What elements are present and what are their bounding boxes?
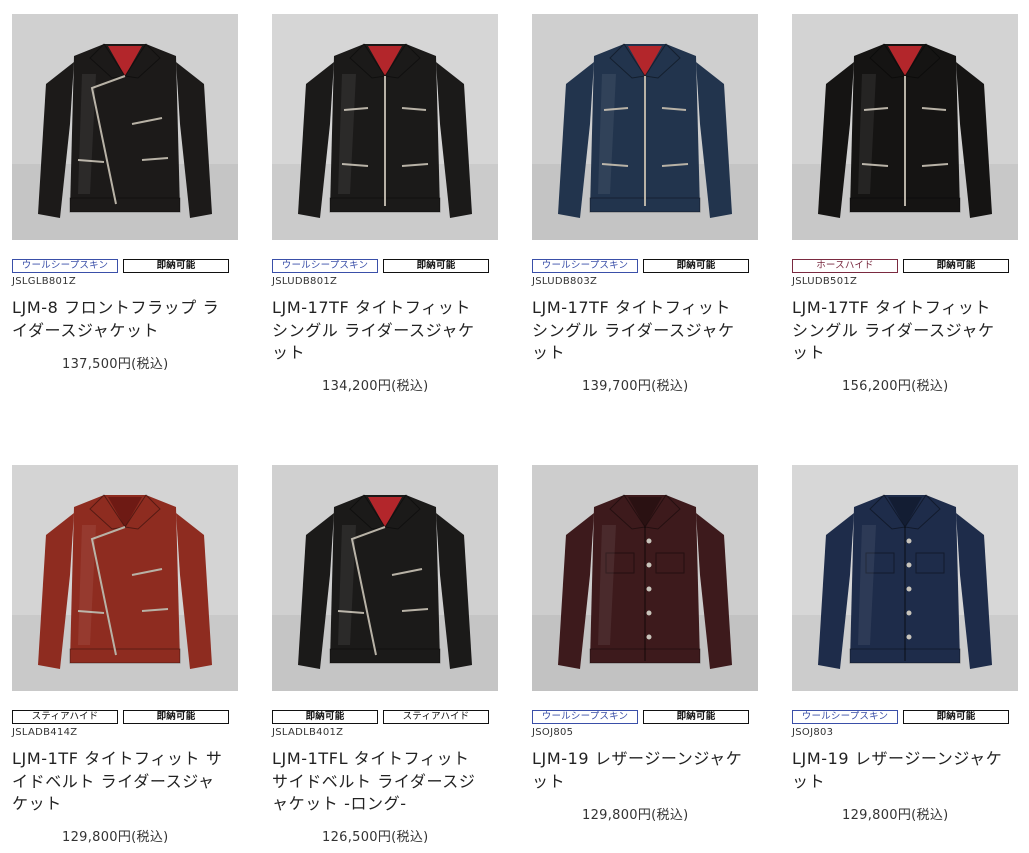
product-sku: JSLUDB803Z [532,276,598,287]
button-stud [906,634,912,640]
product-title[interactable]: LJM-8 フロントフラップ ライダースジャケット [12,297,224,342]
jacket-image [272,14,498,240]
jacket-image [12,14,238,240]
material-tag: ウールシープスキン [272,259,378,273]
stock-tag: 即納可能 [272,710,378,724]
product-title[interactable]: LJM-17TF タイトフィット シングル ライダースジャケット [792,297,1004,365]
material-tag: ウールシープスキン [12,259,118,273]
product-price: 134,200円(税込) [322,379,429,394]
material-tag: ウールシープスキン [532,259,638,273]
material-tag: スティアハイド [383,710,489,724]
product-price: 126,500円(税込) [322,830,429,845]
waistband [69,197,181,213]
product-sku: JSLUDB501Z [792,276,858,287]
product-photo[interactable] [12,14,238,240]
product-title[interactable]: LJM-1TF タイトフィット サイドベルト ライダースジャケット [12,748,224,816]
button-stud [906,562,912,568]
material-tag: ウールシープスキン [792,710,898,724]
product-photo[interactable] [792,14,1018,240]
product-title[interactable]: LJM-19 レザージーンジャケット [792,748,1004,793]
product-photo[interactable] [272,465,498,691]
button-stud [906,610,912,616]
jacket-image [792,14,1018,240]
product-price: 156,200円(税込) [842,379,949,394]
product-sku: JSOJ805 [532,727,574,738]
stock-tag: 即納可能 [903,710,1009,724]
button-stud [646,538,652,544]
material-tag: スティアハイド [12,710,118,724]
tag-row: ウールシープスキン 即納可能 [532,710,750,724]
stock-tag: 即納可能 [643,259,749,273]
product-photo[interactable] [532,14,758,240]
jacket-image [532,14,758,240]
material-tag: ホースハイド [792,259,898,273]
product-photo[interactable] [12,465,238,691]
button-stud [646,610,652,616]
product-photo[interactable] [792,465,1018,691]
product-price: 139,700円(税込) [582,379,689,394]
product-photo[interactable] [272,14,498,240]
tag-row: ウールシープスキン 即納可能 [792,710,1010,724]
product-title[interactable]: LJM-17TF タイトフィット シングル ライダースジャケット [272,297,484,365]
stock-tag: 即納可能 [123,710,229,724]
jacket-image [532,465,758,691]
jacket-image [792,465,1018,691]
product-price: 129,800円(税込) [62,830,169,845]
waistband [69,648,181,664]
product-sku: JSLUDB801Z [272,276,338,287]
product-title[interactable]: LJM-1TFL タイトフィット サイドベルト ライダースジャケット -ロング- [272,748,484,816]
product-sku: JSOJ803 [792,727,834,738]
button-stud [646,562,652,568]
product-sku: JSLADLB401Z [272,727,344,738]
product-title[interactable]: LJM-19 レザージーンジャケット [532,748,744,793]
button-stud [906,586,912,592]
stock-tag: 即納可能 [123,259,229,273]
product-sku: JSLADB414Z [12,727,78,738]
product-price: 129,800円(税込) [842,808,949,823]
button-stud [906,538,912,544]
tag-row: 即納可能 スティアハイド [272,710,490,724]
product-title[interactable]: LJM-17TF タイトフィット シングル ライダースジャケット [532,297,744,365]
tag-row: ウールシープスキン 即納可能 [532,259,750,273]
tag-row: スティアハイド 即納可能 [12,710,230,724]
product-sku: JSLGLB801Z [12,276,76,287]
tag-row: ウールシープスキン 即納可能 [272,259,490,273]
jacket-image [272,465,498,691]
product-photo[interactable] [532,465,758,691]
waistband [329,648,441,664]
stock-tag: 即納可能 [643,710,749,724]
stock-tag: 即納可能 [383,259,489,273]
tag-row: ホースハイド 即納可能 [792,259,1010,273]
tag-row: ウールシープスキン 即納可能 [12,259,230,273]
material-tag: ウールシープスキン [532,710,638,724]
product-price: 129,800円(税込) [582,808,689,823]
button-stud [646,586,652,592]
button-stud [646,634,652,640]
stock-tag: 即納可能 [903,259,1009,273]
jacket-image [12,465,238,691]
product-price: 137,500円(税込) [62,357,169,372]
